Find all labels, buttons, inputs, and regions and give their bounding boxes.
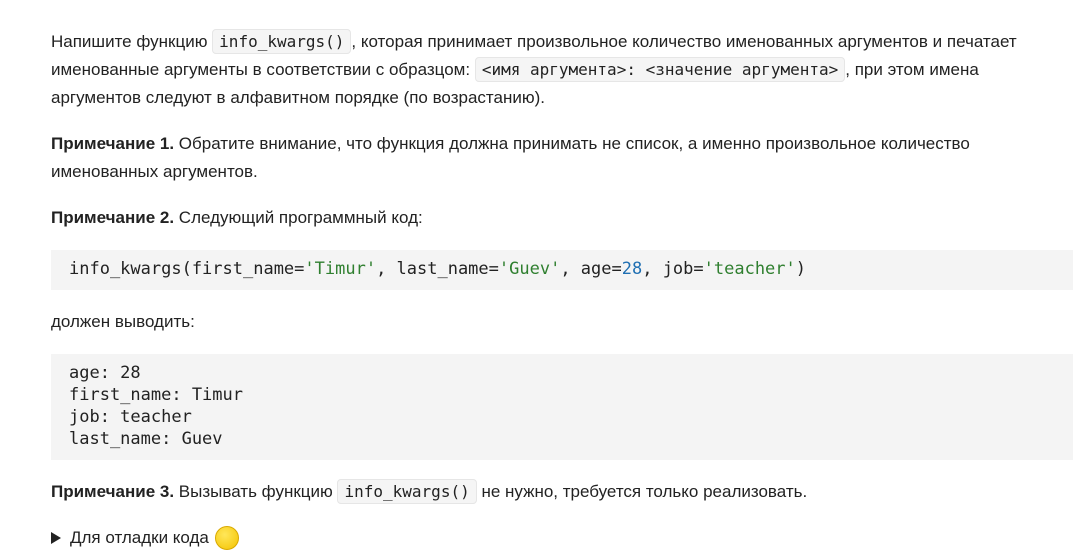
code-string: 'Timur' [304,259,377,279]
code-string: 'teacher' [703,259,796,279]
code-token: , job= [642,259,704,279]
output-line: age: 28 [69,363,141,383]
code-token: ) [795,259,807,279]
debug-details-toggle[interactable]: Для отладки кода [51,524,239,552]
note-2-text: Следующий программный код: [174,208,423,227]
function-name-code: info_kwargs() [337,479,477,504]
output-intro: должен выводить: [51,312,195,331]
code-string: 'Guev' [498,259,561,279]
code-token: info_kwargs(first_name= [69,259,305,279]
code-token: , age= [560,259,622,279]
output-line: job: teacher [69,407,192,427]
code-token: , last_name= [376,259,499,279]
expected-output-code-block: age: 28 first_name: Timur job: teacher l… [51,354,1073,460]
function-name-code: info_kwargs() [212,29,352,54]
output-line: last_name: Guev [69,429,223,449]
note-1-text: Обратите внимание, что функция должна пр… [51,134,970,181]
note-2-label: Примечание 2. [51,208,175,227]
note-1: Примечание 1. Обратите внимание, что фун… [51,130,1051,186]
example-call-code-block: info_kwargs(first_name='Timur', last_nam… [51,250,1073,290]
note-3-text-before: Вызывать функцию [174,482,338,501]
yellow-circle-icon [214,526,239,550]
task-text-before: Напишите функцию [51,32,213,51]
task-paragraph: Напишите функцию info_kwargs(), которая … [51,28,1051,112]
note-3: Примечание 3. Вызывать функцию info_kwar… [51,478,1051,506]
expand-triangle-icon[interactable] [51,532,61,544]
pattern-code: <имя аргумента>: <значение аргумента> [474,57,846,82]
note-1-label: Примечание 1. [51,134,175,153]
note-3-text-after: не нужно, требуется только реализовать. [476,482,808,501]
code-number: 28 [621,259,643,279]
note-3-label: Примечание 3. [51,482,175,501]
output-line: first_name: Timur [69,385,243,405]
note-2: Примечание 2. Следующий программный код: [51,204,1051,232]
details-summary[interactable]: Для отладки кода [70,524,209,552]
